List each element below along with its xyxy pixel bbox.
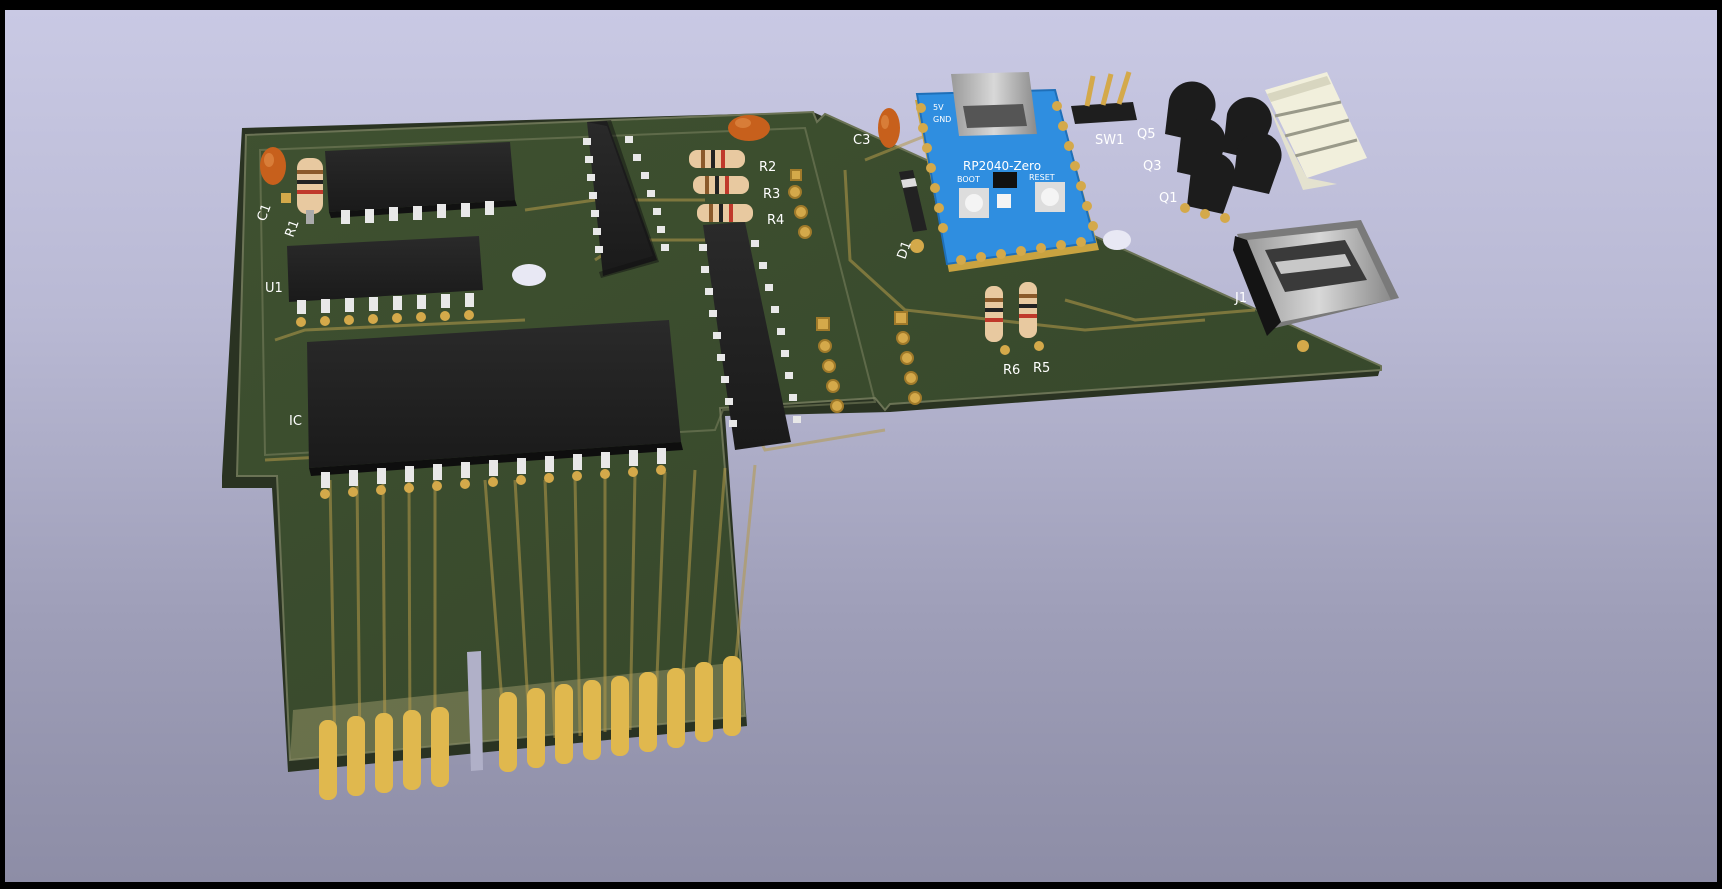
rp2040-zero-module[interactable]: RP2040-Zero BOOT RESET 5V GND bbox=[915, 72, 1099, 272]
label-r3: R3 bbox=[763, 187, 780, 202]
label-q3: Q3 bbox=[1143, 159, 1162, 174]
label-ic: IC bbox=[289, 414, 302, 429]
module-pin-5v: 5V bbox=[933, 103, 944, 112]
jst-connector[interactable] bbox=[1265, 72, 1367, 190]
usb-c-connector[interactable] bbox=[951, 72, 1037, 136]
label-sw1: SW1 bbox=[1095, 133, 1124, 148]
capacitor[interactable] bbox=[728, 115, 770, 141]
module-chip bbox=[993, 172, 1017, 188]
pcb-3d-render: C1 R1 U1 IC R2 R3 R4 C3 D1 RP2040-Zero B… bbox=[222, 71, 1399, 800]
label-r4: R4 bbox=[767, 213, 784, 228]
reset-button[interactable] bbox=[1035, 182, 1065, 212]
label-q1: Q1 bbox=[1159, 191, 1178, 206]
mounting-hole bbox=[512, 264, 546, 286]
ic-dip-top-left[interactable] bbox=[325, 142, 517, 224]
module-reset-label: RESET bbox=[1029, 173, 1055, 182]
mounting-hole bbox=[1103, 230, 1131, 250]
label-j1: J1 bbox=[1234, 291, 1247, 306]
label-r2: R2 bbox=[759, 160, 776, 175]
label-c3: C3 bbox=[853, 133, 870, 148]
module-led bbox=[997, 194, 1011, 208]
module-title: RP2040-Zero bbox=[963, 159, 1041, 173]
3d-viewport[interactable]: C1 R1 U1 IC R2 R3 R4 C3 D1 RP2040-Zero B… bbox=[5, 10, 1717, 882]
label-q5: Q5 bbox=[1137, 127, 1156, 142]
label-r6: R6 bbox=[1003, 363, 1020, 378]
transistor-q1[interactable]: Q1 bbox=[1159, 152, 1236, 214]
label-u1: U1 bbox=[265, 281, 283, 296]
module-pin-gnd: GND bbox=[933, 115, 951, 124]
label-r5: R5 bbox=[1033, 361, 1050, 376]
module-boot-label: BOOT bbox=[957, 175, 980, 184]
switch-sw1-header[interactable]: SW1 bbox=[1071, 71, 1137, 148]
boot-button[interactable] bbox=[959, 188, 989, 218]
